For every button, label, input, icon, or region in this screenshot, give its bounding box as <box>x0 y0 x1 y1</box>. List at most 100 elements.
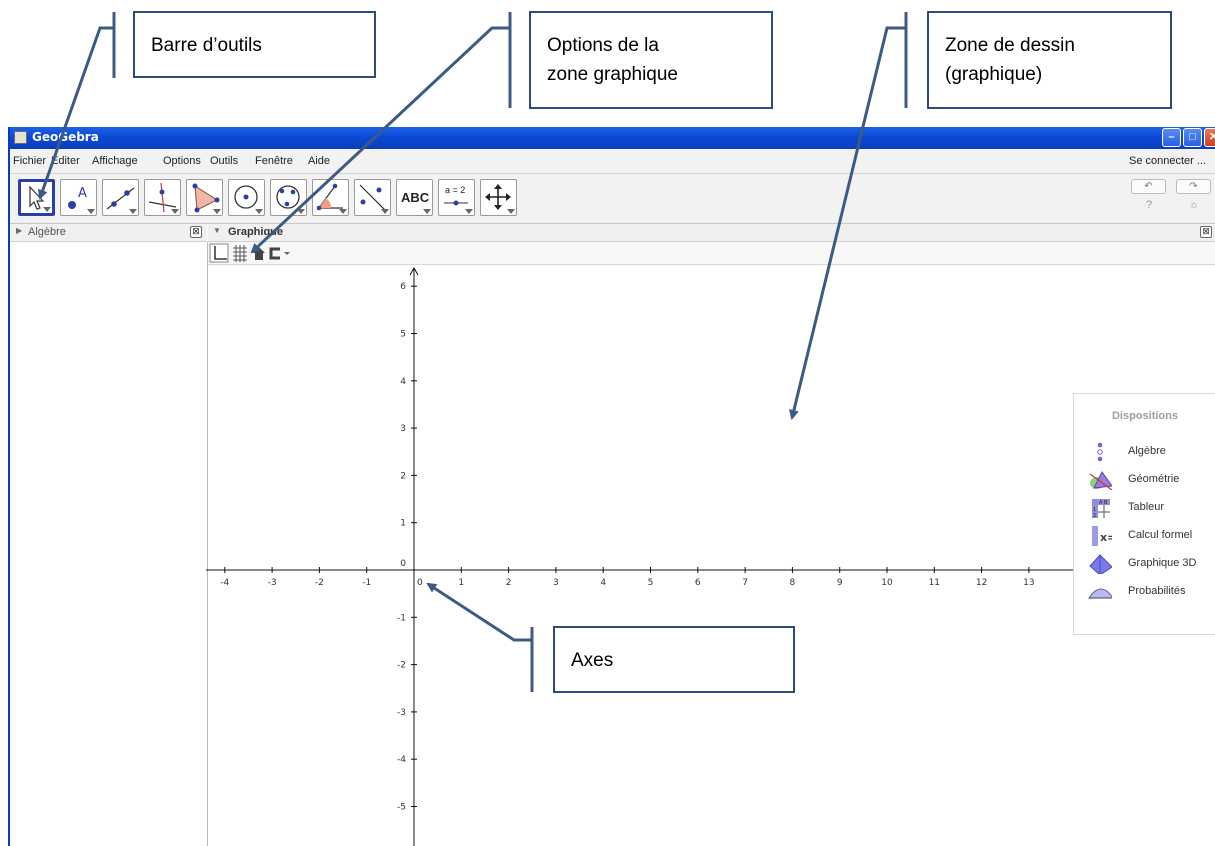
minimize-button[interactable]: – <box>1162 128 1181 147</box>
maximize-button[interactable]: □ <box>1183 128 1202 147</box>
callout-axes: Axes <box>553 626 795 693</box>
graphics-view[interactable]: -4 -3 -2 -1 0 1 2 3 4 5 6 7 8 9 10 11 12 136543210-1-2-3-… <box>206 265 1073 846</box>
style-bar-icons <box>209 243 290 263</box>
x-tick-label: -4 <box>220 578 229 588</box>
graphics-close-icon[interactable]: ⊠ <box>1200 226 1212 238</box>
sign-in-link[interactable]: Se connecter ... <box>1129 155 1206 167</box>
x-tick-label: 3 <box>553 578 559 588</box>
perspective-algebra[interactable]: Algèbre <box>1074 442 1215 462</box>
angle-tool-button[interactable] <box>312 179 349 216</box>
grid-toggle-icon[interactable] <box>233 245 247 262</box>
x-tick-label: -2 <box>315 578 324 588</box>
menu-options[interactable]: Options <box>163 155 201 167</box>
point-tool-button[interactable]: A <box>60 179 97 216</box>
tool-menu-triangle-icon <box>255 209 263 214</box>
reflect-tool-button[interactable] <box>354 179 391 216</box>
cas-perspective-icon: x= <box>1092 526 1112 546</box>
x-tick-label: 12 <box>976 578 987 588</box>
perspective-geometry[interactable]: Géométrie <box>1074 470 1215 490</box>
tool-menu-triangle-icon <box>213 209 221 214</box>
perspective-spreadsheet[interactable]: A B 1 2 Tableur <box>1074 498 1215 518</box>
x-tick-label: 9 <box>837 578 843 588</box>
perspective-cas[interactable]: x= Calcul formel <box>1074 526 1215 546</box>
undo-button[interactable]: ↶ <box>1131 179 1166 194</box>
probability-perspective-icon <box>1088 588 1112 599</box>
algebra-close-icon[interactable]: ⊠ <box>190 226 202 238</box>
slider-tool-button[interactable]: a = 2 <box>438 179 475 216</box>
y-tick-label: 3 <box>400 424 406 434</box>
svg-text:A: A <box>78 186 87 201</box>
perspective-label: Tableur <box>1128 501 1165 513</box>
home-icon[interactable] <box>253 247 265 260</box>
algebra-view[interactable] <box>10 242 208 846</box>
x-tick-label: -3 <box>268 578 277 588</box>
menu-editer[interactable]: Éditer <box>51 155 80 167</box>
axes-toggle-icon[interactable] <box>209 243 229 263</box>
x-tick-label: -1 <box>362 578 371 588</box>
title-bar[interactable]: GeoGebra – □ ✕ <box>10 127 1215 149</box>
tool-menu-triangle-icon <box>129 209 137 214</box>
y-tick-label: 5 <box>400 330 406 340</box>
circle-tool-button[interactable] <box>228 179 265 216</box>
menu-affichage[interactable]: Affichage <box>92 155 138 167</box>
redo-button[interactable]: ↷ <box>1176 179 1211 194</box>
algebra-panel-title: Algèbre <box>28 226 66 238</box>
menu-fichier[interactable]: Fichier <box>13 155 46 167</box>
tool-menu-triangle-icon <box>87 209 95 214</box>
help-icon[interactable]: ? <box>1146 199 1152 211</box>
y-tick-label: -5 <box>397 803 406 813</box>
spreadsheet-perspective-icon: A B 1 2 <box>1092 499 1110 518</box>
svg-text:A B: A B <box>1099 500 1108 506</box>
geometry-perspective-icon <box>1089 471 1112 490</box>
y-tick-label: -2 <box>397 661 406 671</box>
perspective-3d[interactable]: Graphique 3D <box>1074 554 1215 574</box>
expand-triangle-icon[interactable]: ▼ <box>213 226 221 235</box>
svg-text:x=: x= <box>1100 531 1112 544</box>
y-tick-label: 0 <box>400 559 406 569</box>
x-tick-label: 11 <box>929 578 940 588</box>
polygon-tool-button[interactable] <box>186 179 223 216</box>
callout-toolbar-text: Barre d’outils <box>151 35 262 56</box>
close-button[interactable]: ✕ <box>1204 128 1215 147</box>
y-tick-label: -1 <box>397 613 406 623</box>
x-tick-label: 0 <box>417 578 423 588</box>
collapse-triangle-icon[interactable]: ▶ <box>16 226 22 235</box>
graphics-panel-header[interactable]: ▼ Graphique ⊠ <box>208 224 1215 242</box>
point-capture-icon[interactable] <box>269 247 290 260</box>
move-tool-button[interactable] <box>18 179 55 216</box>
tool-menu-triangle-icon <box>297 209 305 214</box>
y-tick-label: 4 <box>400 377 406 387</box>
menu-bar: Fichier Éditer Affichage Options Outils … <box>10 149 1215 174</box>
perspective-label: Calcul formel <box>1128 529 1193 541</box>
tool-menu-triangle-icon <box>381 209 389 214</box>
perspective-probability[interactable]: Probabilités <box>1074 582 1215 602</box>
annotated-screenshot: GeoGebra – □ ✕ Fichier Éditer Affichage … <box>0 0 1215 846</box>
perspective-label: Géométrie <box>1128 473 1180 485</box>
menu-outils[interactable]: Outils <box>210 155 238 167</box>
circle-three-points-tool-button[interactable] <box>270 179 307 216</box>
algebra-panel-header[interactable]: ▶ Algèbre ⊠ <box>10 224 207 242</box>
x-tick-label: 5 <box>648 578 654 588</box>
tool-menu-triangle-icon <box>339 209 347 214</box>
text-icon: ABC <box>401 190 430 205</box>
menu-fenetre[interactable]: Fenêtre <box>255 155 293 167</box>
menu-aide[interactable]: Aide <box>308 155 330 167</box>
move-graphics-tool-button[interactable] <box>480 179 517 216</box>
tool-menu-triangle-icon <box>423 209 431 214</box>
perspectives-title: Dispositions <box>1111 410 1178 422</box>
callout-drawing-text: Zone de dessin (graphique) <box>945 35 1075 85</box>
callout-options-text: Options de la zone graphique <box>547 35 678 85</box>
settings-icon[interactable]: ☼ <box>1189 199 1199 211</box>
tool-menu-triangle-icon <box>507 209 515 214</box>
window-title: GeoGebra <box>32 130 99 144</box>
x-tick-label: 6 <box>695 578 701 588</box>
callout-graphics-options: Options de la zone graphique <box>529 11 773 109</box>
line-tool-button[interactable] <box>102 179 139 216</box>
perpendicular-tool-button[interactable] <box>144 179 181 216</box>
x-tick-label: 8 <box>790 578 796 588</box>
text-tool-button[interactable]: ABC <box>396 179 433 216</box>
algebra-perspective-icon <box>1097 442 1103 462</box>
graphics-panel-title: Graphique <box>228 226 284 238</box>
y-tick-label: 1 <box>400 519 406 529</box>
graphics-style-bar <box>208 242 1215 265</box>
